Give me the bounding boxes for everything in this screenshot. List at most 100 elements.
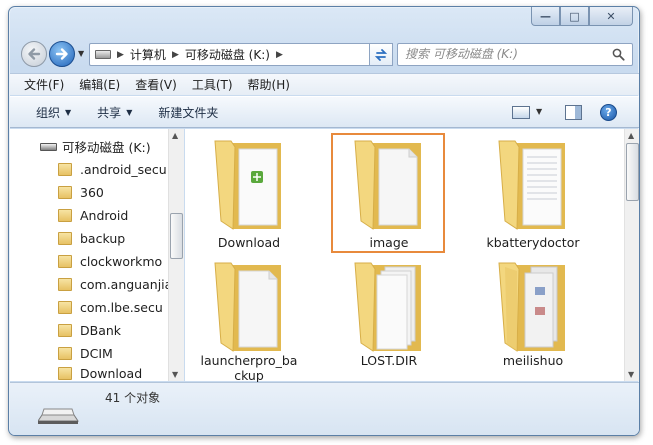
tree-item-label: Android — [80, 208, 129, 223]
tree-item-folder[interactable]: clockworkmo — [58, 250, 168, 273]
tree-item-label: com.lbe.secu — [80, 300, 163, 315]
search-placeholder: 搜索 可移动磁盘 (K:) — [405, 47, 518, 61]
menu-file[interactable]: 文件(F) — [24, 76, 64, 93]
menu-view[interactable]: 查看(V) — [135, 76, 177, 93]
file-item-folder[interactable]: Download — [189, 131, 309, 251]
minimize-button[interactable]: — — [531, 7, 560, 26]
breadcrumb-computer[interactable]: 计算机 — [130, 46, 166, 63]
folder-icon — [58, 347, 72, 360]
caption-buttons: — □ ✕ — [531, 7, 633, 26]
share-button[interactable]: 共享 ▼ — [97, 104, 132, 121]
maximize-button[interactable]: □ — [560, 7, 589, 26]
refresh-icon — [374, 48, 388, 61]
chevron-right-icon[interactable]: ▶ — [276, 50, 283, 60]
tree-item-label: .android_secu — [80, 162, 167, 177]
address-bar[interactable]: ▶ 计算机 ▶ 可移动磁盘 (K:) ▶ ▼ — [89, 43, 389, 66]
scroll-up-icon[interactable]: ▲ — [172, 131, 178, 140]
chevron-down-icon: ▼ — [65, 107, 72, 117]
folder-icon — [214, 140, 281, 230]
help-icon[interactable]: ? — [600, 104, 617, 121]
file-item-label: Download — [217, 235, 281, 250]
file-list: Download image kbatterydoctor launcherpr… — [185, 129, 639, 383]
file-item-folder[interactable]: image — [329, 131, 449, 251]
tree-item-folder[interactable]: com.anguanjia — [58, 273, 168, 296]
chevron-down-icon: ▼ — [126, 107, 133, 117]
tree-item-label: 可移动磁盘 (K:) — [62, 140, 151, 155]
tree-item-drive[interactable]: 可移动磁盘 (K:) — [40, 135, 168, 158]
scroll-up-icon[interactable]: ▲ — [628, 131, 634, 140]
file-item-label-line: launcherpro_ba — [200, 353, 298, 368]
file-item-label-line: ckup — [234, 368, 264, 383]
file-item-folder[interactable]: meilishuo — [473, 253, 593, 373]
search-icon[interactable] — [612, 48, 625, 61]
details-pane: 41 个对象 — [10, 382, 639, 435]
nav-scrollbar[interactable]: ▲ ▼ — [168, 129, 184, 381]
chevron-right-icon[interactable]: ▶ — [117, 50, 124, 60]
file-item-label: kbatterydoctor — [486, 235, 580, 250]
change-view-icon[interactable] — [512, 106, 530, 119]
share-label: 共享 — [97, 105, 122, 120]
scroll-down-icon[interactable]: ▼ — [628, 370, 634, 379]
recent-pages-dropdown-icon[interactable]: ▼ — [78, 49, 86, 58]
organize-label: 组织 — [36, 105, 61, 120]
menu-edit[interactable]: 编辑(E) — [79, 76, 120, 93]
tree-item-folder[interactable]: .android_secu — [58, 158, 168, 181]
folder-icon — [58, 255, 72, 268]
command-bar: 组织 ▼ 共享 ▼ 新建文件夹 ▼ ? — [10, 96, 639, 128]
folder-icon — [58, 324, 72, 337]
menu-tools[interactable]: 工具(T) — [192, 76, 233, 93]
chevron-right-icon[interactable]: ▶ — [172, 50, 179, 60]
tree-item-folder[interactable]: Android — [58, 204, 168, 227]
file-item-folder[interactable]: kbatterydoctor — [473, 131, 593, 251]
menu-bar: 文件(F) 编辑(E) 查看(V) 工具(T) 帮助(H) — [10, 73, 639, 95]
view-dropdown-icon[interactable]: ▼ — [536, 107, 542, 116]
tree-item-label: Download — [80, 365, 143, 381]
tree-item-label: com.anguanjia — [80, 277, 168, 292]
scrollbar-thumb[interactable] — [170, 213, 183, 259]
tree-item-folder[interactable]: Download — [58, 365, 168, 381]
forward-button[interactable] — [49, 41, 75, 67]
scrollbar-thumb[interactable] — [626, 143, 639, 201]
forward-arrow-icon — [55, 48, 68, 60]
back-arrow-icon — [28, 48, 41, 60]
refresh-button[interactable] — [369, 43, 393, 66]
explorer-window: — □ ✕ ▼ ▶ 计算机 ▶ 可移动磁盘 (K:) ▶ ▼ 搜索 可移动磁盘 … — [8, 6, 640, 436]
tree-item-folder[interactable]: backup — [58, 227, 168, 250]
organize-button[interactable]: 组织 ▼ — [36, 104, 71, 121]
folder-icon — [498, 140, 565, 230]
file-item-folder[interactable]: launcherpro_ba ckup — [189, 253, 309, 383]
folder-icon — [354, 140, 421, 230]
tree-item-folder[interactable]: DBank — [58, 319, 168, 342]
tree-item-folder[interactable]: com.lbe.secu — [58, 296, 168, 319]
navigation-pane: 可移动磁盘 (K:) .android_secu 360 Android bac… — [10, 129, 184, 381]
folder-icon — [58, 301, 72, 314]
file-item-folder[interactable]: LOST.DIR — [329, 253, 449, 373]
file-item-label: LOST.DIR — [360, 353, 418, 368]
folder-icon — [58, 163, 72, 176]
drive-icon — [95, 50, 111, 59]
search-input[interactable]: 搜索 可移动磁盘 (K:) — [397, 43, 633, 66]
tree-item-label: DCIM — [80, 346, 113, 361]
new-folder-button[interactable]: 新建文件夹 — [158, 104, 218, 121]
tree-item-folder[interactable]: 360 — [58, 181, 168, 204]
tree-item-label: DBank — [80, 323, 122, 338]
folder-icon — [58, 232, 72, 245]
drive-icon — [40, 142, 57, 151]
back-button[interactable] — [21, 41, 47, 67]
tree-item-folder[interactable]: DCIM — [58, 342, 168, 365]
preview-pane-icon[interactable] — [565, 105, 582, 120]
breadcrumb-drive[interactable]: 可移动磁盘 (K:) — [185, 46, 270, 63]
tree-item-label: backup — [80, 231, 126, 246]
content-scrollbar[interactable]: ▲ ▼ — [624, 129, 639, 381]
close-button[interactable]: ✕ — [589, 7, 633, 26]
scroll-down-icon[interactable]: ▼ — [172, 370, 178, 379]
folder-icon — [58, 278, 72, 291]
tree-item-label: clockworkmo — [80, 254, 163, 269]
menu-help[interactable]: 帮助(H) — [248, 76, 290, 93]
folder-icon — [354, 262, 421, 352]
object-count: 41 个对象 — [105, 391, 161, 405]
removable-drive-icon — [38, 408, 79, 424]
folder-icon — [498, 262, 565, 352]
folder-icon — [214, 262, 281, 352]
folder-icon — [58, 366, 72, 380]
